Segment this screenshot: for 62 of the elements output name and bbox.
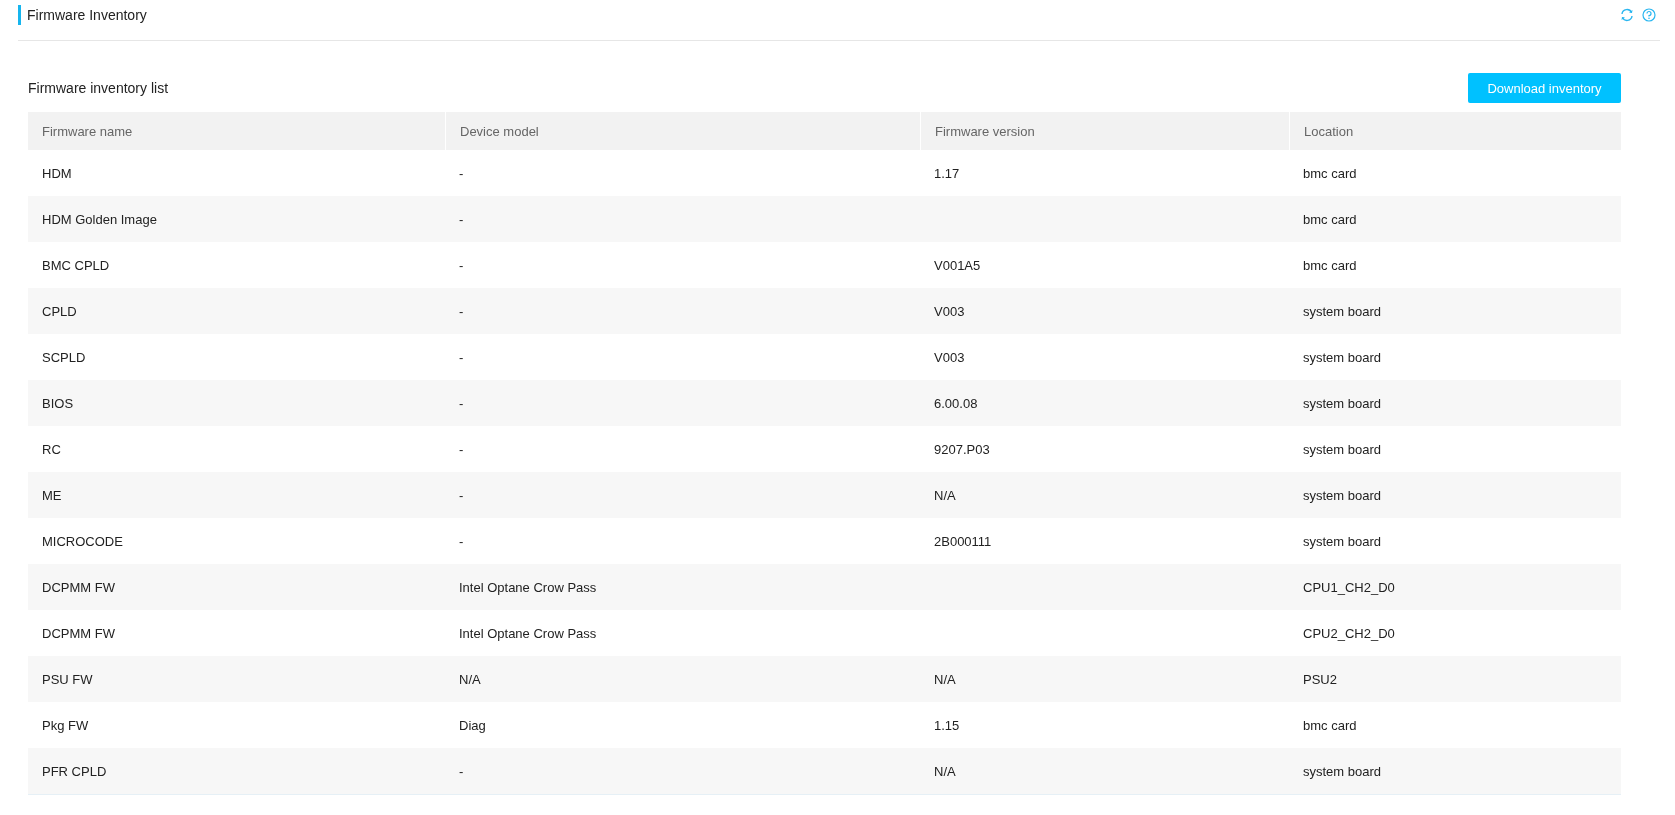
table-cell-text: -	[458, 395, 465, 411]
column-header: Firmware name	[41, 122, 134, 141]
table-cell-text: -	[458, 763, 465, 779]
table-cell-text: PSU2	[1302, 671, 1338, 687]
table-cell-text: V001A5	[933, 257, 982, 273]
table-cell-text: CPU2_CH2_D0	[1302, 625, 1396, 641]
table-cell-text: Intel Optane Crow Pass	[458, 579, 598, 595]
table-cell-text: 1.17	[933, 165, 961, 181]
table-cell-text: V003	[933, 303, 966, 319]
table-cell-text: bmc card	[1302, 165, 1358, 181]
table-cell-text: Intel Optane Crow Pass	[458, 625, 598, 641]
table-cell-text: 6.00.08	[933, 395, 979, 411]
page-title: Firmware Inventory	[27, 7, 147, 23]
table-cell-text: -	[458, 533, 465, 549]
table-cell-text: CPU1_CH2_D0	[1302, 579, 1396, 595]
table-cell-text: CPLD	[41, 303, 78, 319]
table-cell-text: N/A	[458, 671, 482, 687]
table-cell-text: -	[458, 303, 465, 319]
table-cell-text: -	[458, 487, 465, 503]
table-cell-text: PSU FW	[41, 671, 94, 687]
table-cell-text: -	[458, 257, 465, 273]
refresh-icon[interactable]	[1620, 8, 1634, 22]
table-cell-text: HDM Golden Image	[41, 211, 158, 227]
table-cell-text: MICROCODE	[41, 533, 124, 549]
help-icon[interactable]	[1642, 8, 1656, 22]
column-header: Device model	[445, 112, 920, 150]
table-cell-text: system board	[1302, 395, 1383, 411]
table-cell-text: system board	[1302, 349, 1383, 365]
table-cell-text: -	[458, 211, 465, 227]
table-cell-text: 9207.P03	[933, 441, 991, 457]
section-title: Firmware inventory list	[28, 80, 169, 96]
table-cell-text: PFR CPLD	[41, 763, 108, 779]
table-cell-text: bmc card	[1302, 717, 1358, 733]
table-cell-text: BMC CPLD	[41, 257, 111, 273]
table-cell-text: BIOS	[41, 395, 75, 411]
column-header: Location	[1289, 112, 1621, 150]
table-cell-text: Diag	[458, 717, 487, 733]
table-cell-text: Pkg FW	[41, 717, 90, 733]
table-cell-text: bmc card	[1302, 257, 1358, 273]
table-cell-text: 2B000111	[933, 533, 993, 549]
column-header: Firmware version	[920, 112, 1289, 150]
table-cell-text: -	[458, 349, 465, 365]
table-cell-text: RC	[41, 441, 62, 457]
download-button[interactable]: Download inventory	[1468, 73, 1621, 103]
table-cell-text: system board	[1302, 441, 1383, 457]
table-cell-text: -	[458, 165, 465, 181]
table-cell-text: DCPMM FW	[41, 625, 116, 641]
table-cell-text: HDM	[41, 165, 73, 181]
table-cell-text: N/A	[933, 671, 957, 687]
table-cell-text: N/A	[933, 487, 957, 503]
table-cell-text: DCPMM FW	[41, 579, 116, 595]
table-cell-text: N/A	[933, 763, 957, 779]
table-cell-text: system board	[1302, 763, 1383, 779]
table-cell-text: system board	[1302, 303, 1383, 319]
table-cell-text: ME	[41, 487, 63, 503]
table-cell-text: SCPLD	[41, 349, 87, 365]
table-cell-text: 1.15	[933, 717, 961, 733]
table-cell-text: V003	[933, 349, 966, 365]
table-cell-text: system board	[1302, 487, 1383, 503]
table-cell-text: system board	[1302, 533, 1383, 549]
table-cell-text: -	[458, 441, 465, 457]
table-cell-text: bmc card	[1302, 211, 1358, 227]
